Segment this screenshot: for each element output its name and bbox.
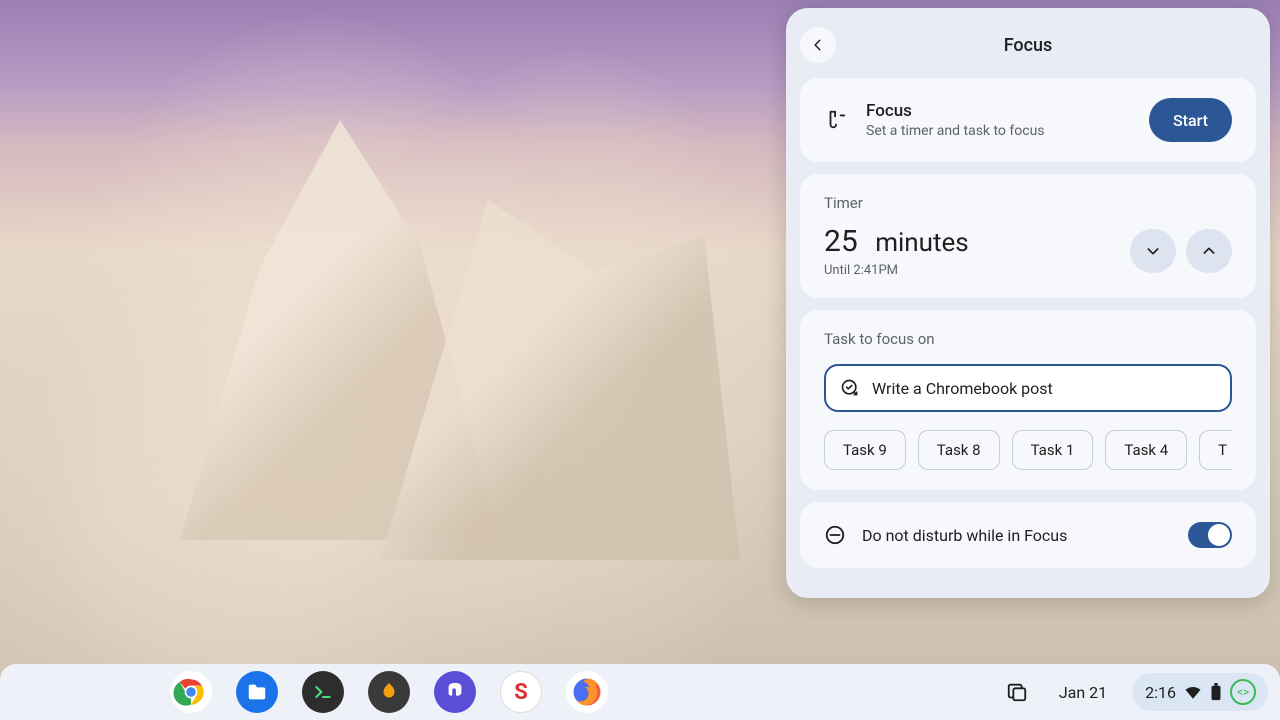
- shelf: S Jan 21 2:16 <>: [0, 664, 1280, 720]
- timer-stepper: [1130, 229, 1232, 273]
- app-files[interactable]: [236, 671, 278, 713]
- app-s[interactable]: S: [500, 671, 542, 713]
- task-add-icon: [840, 378, 860, 398]
- chevron-up-icon: [1201, 243, 1217, 259]
- dnd-label: Do not disturb while in Focus: [862, 526, 1067, 545]
- task-chip[interactable]: Task 4: [1105, 430, 1187, 470]
- overview-button[interactable]: [1001, 676, 1033, 708]
- panel-title: Focus: [800, 35, 1256, 56]
- dnd-toggle[interactable]: [1188, 522, 1232, 548]
- app-scratch[interactable]: [368, 671, 410, 713]
- toggle-knob: [1208, 524, 1230, 546]
- dnd-icon: [824, 524, 846, 546]
- shelf-time: 2:16: [1145, 683, 1176, 702]
- task-chip[interactable]: Task 9: [824, 430, 906, 470]
- battery-icon: [1210, 683, 1222, 701]
- overview-icon: [1006, 681, 1028, 703]
- wifi-icon: [1184, 685, 1202, 699]
- dev-mode-icon: <>: [1230, 679, 1256, 705]
- status-tray[interactable]: 2:16 <>: [1133, 673, 1268, 711]
- timer-until: Until 2:41PM: [824, 263, 969, 278]
- timer-unit: minutes: [875, 228, 969, 258]
- focus-title: Focus: [866, 101, 1131, 121]
- dnd-card: Do not disturb while in Focus: [800, 502, 1256, 568]
- task-chip[interactable]: Task 1: [1012, 430, 1094, 470]
- start-button[interactable]: Start: [1149, 98, 1232, 142]
- timer-card: Timer 25 minutes Until 2:41PM: [800, 174, 1256, 298]
- app-terminal[interactable]: [302, 671, 344, 713]
- timer-label: Timer: [824, 194, 1232, 212]
- shelf-date[interactable]: Jan 21: [1047, 677, 1119, 708]
- task-input[interactable]: [872, 379, 1216, 398]
- focus-icon: [824, 108, 848, 132]
- app-chrome[interactable]: [170, 671, 212, 713]
- task-chip[interactable]: Task 8: [918, 430, 1000, 470]
- focus-start-card: Focus Set a timer and task to focus Star…: [800, 78, 1256, 162]
- shelf-apps: S: [170, 671, 608, 713]
- timer-decrease-button[interactable]: [1130, 229, 1176, 273]
- task-card: Task to focus on Task 9 Task 8 Task 1 Ta…: [800, 310, 1256, 490]
- task-chip[interactable]: T: [1199, 430, 1232, 470]
- task-chips: Task 9 Task 8 Task 1 Task 4 T: [824, 430, 1232, 470]
- task-label: Task to focus on: [824, 330, 1232, 348]
- task-input-wrap[interactable]: [824, 364, 1232, 412]
- focus-panel: Focus Focus Set a timer and task to focu…: [786, 8, 1270, 598]
- timer-value: 25: [824, 224, 858, 259]
- back-button[interactable]: [800, 27, 836, 63]
- timer-increase-button[interactable]: [1186, 229, 1232, 273]
- app-firefox[interactable]: [566, 671, 608, 713]
- chevron-down-icon: [1145, 243, 1161, 259]
- chevron-left-icon: [811, 38, 825, 52]
- letter-s-icon: S: [514, 680, 528, 705]
- app-mastodon[interactable]: [434, 671, 476, 713]
- focus-subtitle: Set a timer and task to focus: [866, 123, 1131, 139]
